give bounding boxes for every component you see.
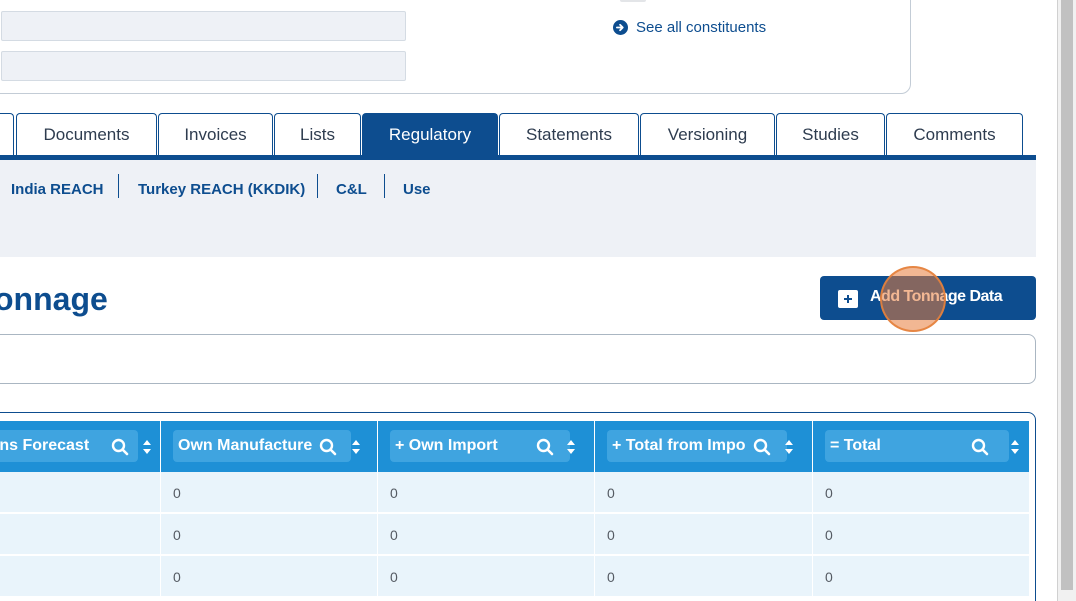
subtab-india-reach[interactable]: India REACH	[11, 177, 104, 201]
table-row[interactable]: 0 0 0 0	[0, 514, 1029, 555]
table-cell: 0	[161, 472, 378, 513]
column-header: + Own Import	[378, 421, 595, 472]
tab-statements[interactable]: Statements	[499, 113, 639, 155]
subtab-label: India REACH	[11, 180, 104, 198]
constituents-panel	[0, 0, 911, 94]
table-row[interactable]: 0 0 0 0	[0, 556, 1029, 597]
search-icon[interactable]	[319, 438, 337, 456]
tab-lists[interactable]: Lists	[274, 113, 361, 155]
separator	[384, 174, 385, 198]
sort-icon[interactable]	[1010, 437, 1020, 457]
tab-label: Lists	[300, 124, 335, 144]
table-cell: 0	[595, 514, 813, 555]
regulatory-subtabs: India REACH Turkey REACH (KKDIK) C&L Use	[0, 160, 1036, 257]
table-cell: 0	[595, 556, 813, 597]
tab-documents[interactable]: Documents	[16, 113, 157, 155]
section-title: onnage	[0, 281, 108, 317]
subtab-turkey-reach[interactable]: Turkey REACH (KKDIK)	[138, 177, 305, 201]
table-cell: 0	[161, 514, 378, 555]
search-icon[interactable]	[536, 438, 554, 456]
tab-label: Statements	[526, 124, 612, 144]
subtab-cl[interactable]: C&L	[336, 177, 367, 201]
table-cell: 0	[161, 556, 378, 597]
text-field-2[interactable]	[1, 51, 406, 81]
tab-invoices[interactable]: Invoices	[158, 113, 273, 155]
tab-label: Invoices	[184, 124, 247, 144]
tab-label: Versioning	[667, 124, 748, 144]
table-cell	[0, 514, 161, 555]
tab-label: Regulatory	[388, 124, 472, 144]
table-cell: 0	[825, 568, 833, 585]
separator	[317, 174, 318, 198]
subtab-label: Turkey REACH (KKDIK)	[138, 180, 306, 198]
tab-comments[interactable]: Comments	[886, 113, 1023, 155]
separator	[118, 174, 119, 198]
main-tabs: Documents Invoices Lists Regulatory Stat…	[0, 113, 1036, 155]
column-header: ains Forecast	[0, 421, 161, 472]
sort-icon[interactable]	[351, 437, 361, 457]
tab-versioning[interactable]: Versioning	[640, 113, 775, 155]
table-cell	[0, 472, 161, 513]
tab-studies[interactable]: Studies	[776, 113, 885, 155]
see-all-label: See all constituents	[636, 18, 767, 36]
tonnage-table: ains Forecast Own Manufacture + Own Impo…	[0, 412, 1036, 601]
table-cell	[0, 556, 161, 597]
add-tonnage-data-button[interactable]: Add Tonnage Data	[820, 276, 1036, 320]
sort-icon[interactable]	[142, 437, 152, 457]
tab-partial-left[interactable]	[0, 113, 14, 155]
tab-label: Comments	[913, 124, 996, 144]
subtab-use[interactable]: Use	[403, 177, 431, 201]
table-cell: 0	[825, 484, 833, 501]
column-header: Own Manufacture	[161, 421, 378, 472]
add-button-label: Add Tonnage Data	[870, 288, 1003, 305]
tab-regulatory[interactable]: Regulatory	[362, 113, 498, 155]
vertical-scrollbar[interactable]	[1057, 0, 1076, 601]
subtab-label: C&L	[336, 180, 367, 198]
table-row[interactable]: 0 0 0 0	[0, 472, 1029, 513]
tab-label: Studies	[802, 124, 859, 144]
arrow-right-circle-icon	[613, 19, 628, 35]
subtab-label: Use	[403, 180, 431, 198]
search-icon[interactable]	[971, 438, 989, 456]
table-header: ains Forecast Own Manufacture + Own Impo…	[0, 421, 1029, 472]
table-cell: 0	[595, 472, 813, 513]
search-icon[interactable]	[753, 438, 771, 456]
see-all-constituents-link[interactable]: See all constituents	[613, 17, 766, 37]
text-field-1[interactable]	[1, 11, 406, 41]
table-cell: 0	[378, 472, 595, 513]
filter-area[interactable]	[0, 334, 1036, 384]
column-header: = Total	[813, 421, 1029, 472]
tab-label: Documents	[43, 124, 130, 144]
sort-icon[interactable]	[784, 437, 794, 457]
plus-icon	[838, 290, 858, 308]
scrollbar-thumb[interactable]	[1061, 0, 1073, 590]
sort-icon[interactable]	[566, 437, 576, 457]
search-icon[interactable]	[111, 438, 129, 456]
table-cell: 0	[378, 514, 595, 555]
table-cell: 0	[825, 526, 833, 543]
panel-decoration	[620, 0, 646, 2]
table-cell: 0	[378, 556, 595, 597]
column-header: + Total from Impo	[595, 421, 813, 472]
page-root: See all constituents Documents Invoices …	[0, 0, 1076, 601]
